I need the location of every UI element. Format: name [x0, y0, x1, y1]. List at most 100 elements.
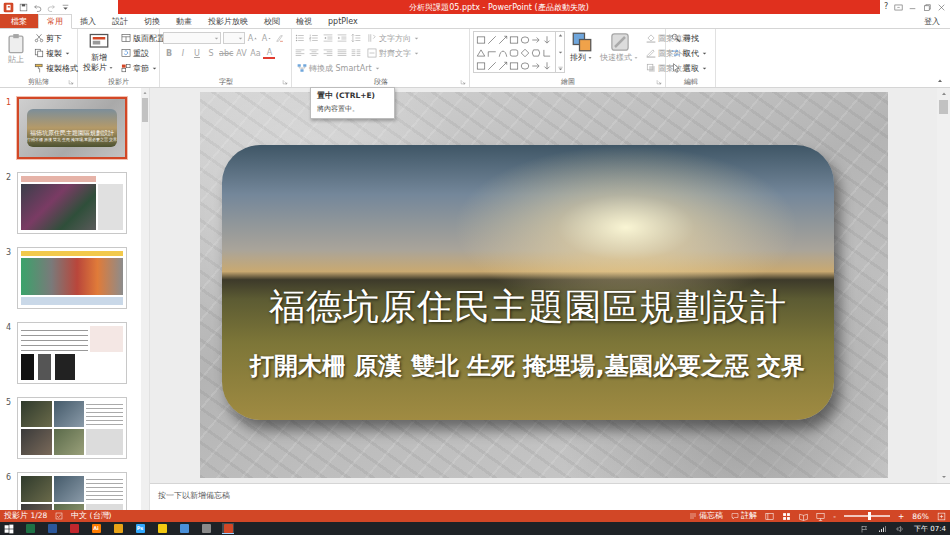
slide-thumbnail[interactable]: 6 [0, 472, 141, 510]
new-slide-button[interactable]: 新增投影片 [81, 31, 116, 77]
taskbar-app[interactable] [112, 523, 124, 534]
zoom-out-button[interactable]: - [833, 512, 836, 521]
taskbar-app[interactable] [156, 523, 168, 534]
notes-pane[interactable]: 按一下以新增備忘稿 [150, 483, 950, 510]
slide-thumbnail[interactable]: 2 [0, 172, 141, 234]
shadow-button[interactable]: S [205, 49, 217, 58]
ribbon-tab[interactable]: 校閱 [256, 14, 288, 28]
zoom-knob[interactable] [868, 512, 871, 520]
dialog-launcher[interactable] [656, 79, 662, 85]
shape-icon[interactable] [487, 61, 497, 71]
ribbon-tab[interactable]: 檢視 [288, 14, 320, 28]
zoom-in-button[interactable]: + [898, 512, 904, 521]
taskbar-app[interactable] [68, 523, 80, 534]
collapse-ribbon[interactable] [936, 77, 944, 85]
shape-icon[interactable] [498, 48, 508, 58]
shape-icon[interactable] [531, 48, 541, 58]
color-button[interactable]: A [263, 48, 275, 59]
editing-button[interactable]: 尋找 [669, 31, 710, 45]
taskbar-app[interactable] [46, 523, 58, 534]
text-direction-button[interactable]: 文字方向 [365, 31, 422, 45]
slide-thumbnail[interactable]: 1福德坑原住民主題園區規劃設計打開木柵 原漢 雙北 生死 掩埋場,墓園必要之惡 … [0, 97, 141, 159]
ribbon-tab[interactable]: 投影片放映 [200, 14, 256, 28]
italic-button[interactable]: I [177, 49, 189, 58]
scroll-thumb[interactable] [939, 100, 948, 114]
align-text-button[interactable]: 對齊文字 [365, 46, 422, 60]
shape-icon[interactable] [509, 61, 519, 71]
shape-icon[interactable] [476, 48, 486, 58]
dialog-launcher[interactable] [282, 79, 288, 85]
shape-icon[interactable] [520, 61, 530, 71]
ribbon-tab[interactable]: 常用 [38, 14, 72, 29]
clipboard-button[interactable]: 複製 [32, 46, 80, 60]
shape-icon[interactable] [498, 61, 508, 71]
thumbnail-frame[interactable] [17, 247, 127, 309]
clock[interactable]: 下午 07:4 [914, 524, 946, 534]
ribbon-tab[interactable]: pptPlex [320, 14, 366, 28]
drawing-large-button[interactable]: 排列 [568, 31, 595, 77]
sign-in[interactable]: 登入 [914, 14, 950, 28]
taskbar-app[interactable] [222, 523, 234, 534]
shrink-font-button[interactable]: A [261, 34, 273, 43]
editing-button[interactable]: 取代 [669, 46, 710, 60]
thumbnail-scrollbar[interactable] [141, 88, 149, 510]
shape-icon[interactable] [498, 35, 508, 45]
zoom-slider[interactable] [844, 515, 890, 517]
thumbnail-frame[interactable]: 福德坑原住民主題園區規劃設計打開木柵 原漢 雙北 生死 掩埋場,墓園必要之惡 交… [17, 97, 127, 159]
shape-icon[interactable] [487, 48, 497, 58]
font-size-field[interactable] [223, 32, 245, 44]
smartart-button[interactable]: 轉換成 SmartArt [295, 61, 383, 75]
taskbar-app[interactable] [24, 523, 36, 534]
dialog-launcher[interactable] [460, 79, 466, 85]
slide[interactable]: 福德坑原住民主題園區規劃設計打開木柵 原漢 雙北 生死 掩埋場,墓園必要之惡 交… [200, 92, 888, 478]
slide-thumbnail[interactable]: 5 [0, 397, 141, 459]
shape-icon[interactable] [542, 61, 552, 71]
language[interactable]: 中文 (台灣) [71, 511, 111, 521]
ribbon-tab[interactable]: 插入 [72, 14, 104, 28]
scroll-thumb[interactable] [142, 98, 148, 122]
ribbon-tab[interactable]: 動畫 [168, 14, 200, 28]
font-name-field[interactable] [163, 32, 221, 44]
slide-subtitle[interactable]: 打開木柵 原漢 雙北 生死 掩埋場,墓園必要之惡 交界 [250, 352, 805, 381]
taskbar-app[interactable] [200, 523, 212, 534]
paste-button[interactable]: 貼上 [3, 31, 29, 77]
bold-button[interactable]: B [163, 49, 175, 58]
taskbar-app[interactable]: Ai [90, 523, 102, 534]
drawing-large-button[interactable]: 快速樣式 [598, 31, 641, 77]
grow-font-button[interactable]: A [247, 34, 259, 43]
thumbnail-frame[interactable] [17, 472, 127, 510]
help-button[interactable]: ? [884, 3, 888, 11]
ribbon-tab[interactable]: 切換 [136, 14, 168, 28]
thumbnail-frame[interactable] [17, 172, 127, 234]
thumbnail-frame[interactable] [17, 397, 127, 459]
shape-icon[interactable] [531, 35, 541, 45]
shape-icon[interactable] [542, 48, 552, 58]
shape-icon[interactable] [520, 48, 530, 58]
strike-button[interactable]: abc [219, 49, 233, 58]
dialog-launcher[interactable] [68, 79, 74, 85]
shape-icon[interactable] [509, 48, 519, 58]
shape-icon[interactable] [531, 61, 541, 71]
slide-scrollbar[interactable] [937, 88, 950, 483]
editing-button[interactable]: 選取 [669, 61, 710, 75]
photo-card[interactable]: 福德坑原住民主題園區規劃設計打開木柵 原漢 雙北 生死 掩埋場,墓園必要之惡 交… [222, 145, 834, 420]
clipboard-button[interactable]: 複製格式 [32, 61, 80, 75]
comments-button[interactable]: 註解 [731, 511, 757, 521]
spacing-button[interactable]: AV [235, 49, 247, 58]
underline-button[interactable]: U [191, 49, 203, 58]
thumbnail-frame[interactable] [17, 322, 127, 384]
taskbar-app[interactable]: Ps [134, 523, 146, 534]
notes-button[interactable]: 備忘稿 [689, 511, 723, 521]
clipboard-button[interactable]: 剪下 [32, 31, 80, 45]
shape-icon[interactable] [487, 35, 497, 45]
slides-button[interactable]: 章節 [119, 61, 176, 75]
shape-icon[interactable] [520, 35, 530, 45]
shapes-gallery[interactable] [473, 31, 565, 73]
shape-icon[interactable] [509, 35, 519, 45]
shape-icon[interactable] [542, 35, 552, 45]
shape-icon[interactable] [476, 35, 486, 45]
taskbar-app[interactable] [178, 523, 190, 534]
slide-thumbnail[interactable]: 4 [0, 322, 141, 384]
slide-thumbnail[interactable]: 3 [0, 247, 141, 309]
shape-icon[interactable] [476, 61, 486, 71]
